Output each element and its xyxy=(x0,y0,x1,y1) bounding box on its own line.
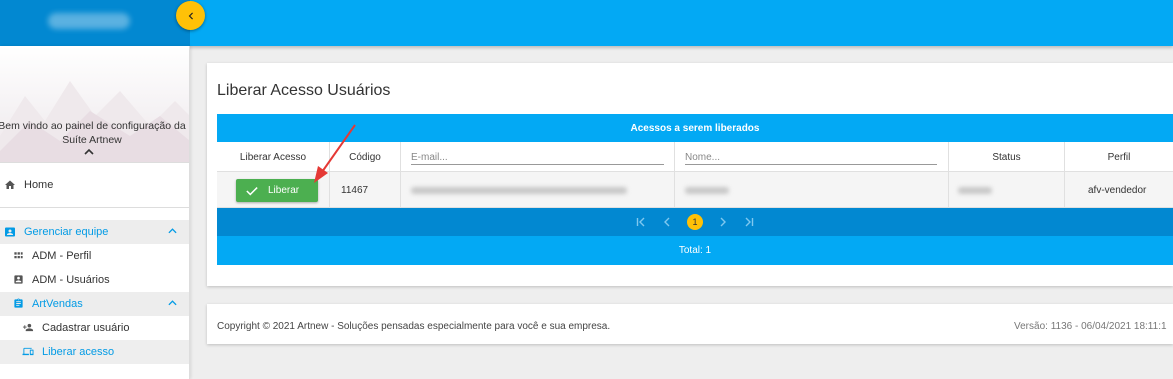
sidebar-item-home[interactable]: Home xyxy=(0,163,189,207)
top-app-bar xyxy=(0,0,1173,46)
version-text: Versão: 1136 - 06/04/2021 18:11:1 xyxy=(1014,321,1167,332)
contact-card-icon xyxy=(5,227,15,237)
last-page-button[interactable] xyxy=(743,216,755,228)
table-header-row: Liberar Acesso Código E-mail... Nome... … xyxy=(217,142,1173,172)
blurred-status xyxy=(958,186,992,194)
grid-icon xyxy=(14,252,23,259)
liberar-button-label: Liberar xyxy=(268,185,300,196)
sidebar-item-cadastrar-usuario[interactable]: Cadastrar usuário xyxy=(0,316,189,340)
sidebar-item-adm-perfil[interactable]: ADM - Perfil xyxy=(0,244,189,268)
sidebar-group-gerenciar-equipe[interactable]: Gerenciar equipe xyxy=(0,220,189,244)
account-box-icon xyxy=(14,275,23,284)
sidebar-item-label: Home xyxy=(24,179,54,191)
chevron-up-icon[interactable] xyxy=(84,148,94,156)
home-icon xyxy=(5,180,15,189)
sidebar: Bem vindo ao painel de configuração da S… xyxy=(0,46,190,379)
next-page-button[interactable] xyxy=(717,216,729,228)
sidebar-item-liberar-acesso[interactable]: Liberar acesso xyxy=(0,340,189,364)
email-filter-underline xyxy=(411,164,664,165)
sidebar-item-label: ADM - Usuários xyxy=(32,274,110,286)
chevron-right-icon xyxy=(720,217,726,227)
sidebar-item-label: Cadastrar usuário xyxy=(42,322,130,334)
users-table: Acessos a serem liberados Liberar Acesso… xyxy=(217,114,1173,265)
nome-filter-input[interactable]: Nome... xyxy=(675,142,949,172)
welcome-line-2: Suíte Artnew xyxy=(62,134,122,146)
brand-area xyxy=(0,0,190,46)
sidebar-item-label: Liberar acesso xyxy=(42,346,115,358)
column-header-status: Status xyxy=(949,142,1065,172)
welcome-text: Bem vindo ao painel de configuração da S… xyxy=(0,119,189,147)
collapse-sidebar-button[interactable] xyxy=(176,1,205,30)
chevron-left-icon xyxy=(188,12,193,19)
liberar-cell: Liberar xyxy=(217,172,330,208)
check-icon xyxy=(246,186,258,196)
column-header-liberar: Liberar Acesso xyxy=(217,142,330,172)
email-cell-blurred xyxy=(401,172,675,208)
sidebar-item-label: ADM - Perfil xyxy=(32,250,92,262)
table-caption: Acessos a serem liberados xyxy=(217,114,1173,142)
first-page-icon xyxy=(636,217,645,227)
chevron-up-icon xyxy=(168,300,177,306)
page-title: Liberar Acesso Usuários xyxy=(217,82,391,99)
nome-cell-blurred xyxy=(675,172,949,208)
blurred-email xyxy=(411,186,627,194)
sidebar-item-label: ArtVendas xyxy=(32,298,83,310)
liberar-button[interactable]: Liberar xyxy=(236,179,318,202)
sidebar-profile-header: Bem vindo ao painel de configuração da S… xyxy=(0,46,189,162)
chevron-left-icon xyxy=(664,217,670,227)
page-1-button[interactable]: 1 xyxy=(687,214,703,230)
status-cell-blurred xyxy=(949,172,1065,208)
person-add-icon xyxy=(22,323,34,332)
perfil-cell: afv-vendedor xyxy=(1088,184,1147,196)
column-header-codigo: Código xyxy=(330,142,401,172)
last-page-icon xyxy=(745,217,754,227)
sidebar-item-adm-usuarios[interactable]: ADM - Usuários xyxy=(0,268,189,292)
email-filter-placeholder: E-mail... xyxy=(411,151,448,163)
previous-page-button[interactable] xyxy=(661,216,673,228)
footer: Copyright © 2021 Artnew - Soluções pensa… xyxy=(207,304,1173,344)
blurred-name xyxy=(685,186,729,194)
copyright-text: Copyright © 2021 Artnew - Soluções pensa… xyxy=(217,321,611,332)
chevron-up-icon xyxy=(168,228,177,234)
welcome-line-1: Bem vindo ao painel de configuração da xyxy=(0,120,186,132)
devices-icon xyxy=(22,347,34,356)
total-count: Total: 1 xyxy=(217,236,1173,265)
column-header-perfil: Perfil xyxy=(1107,151,1131,163)
sidebar-item-label: Gerenciar equipe xyxy=(24,226,109,238)
clipboard-icon xyxy=(14,298,23,308)
first-page-button[interactable] xyxy=(635,216,647,228)
mountain-background-image xyxy=(0,81,189,162)
table-row: Liberar 11467 afv-vendedor xyxy=(217,172,1173,208)
pagination: 1 xyxy=(217,208,1173,236)
liberar-acesso-card: Liberar Acesso Usuários Acessos a serem … xyxy=(207,63,1173,286)
sidebar-group-artvendas[interactable]: ArtVendas xyxy=(0,292,189,316)
nome-filter-underline xyxy=(685,164,937,165)
email-filter-input[interactable]: E-mail... xyxy=(401,142,675,172)
codigo-cell: 11467 xyxy=(330,172,401,208)
nome-filter-placeholder: Nome... xyxy=(685,151,721,163)
brand-logo-blurred xyxy=(48,13,130,29)
